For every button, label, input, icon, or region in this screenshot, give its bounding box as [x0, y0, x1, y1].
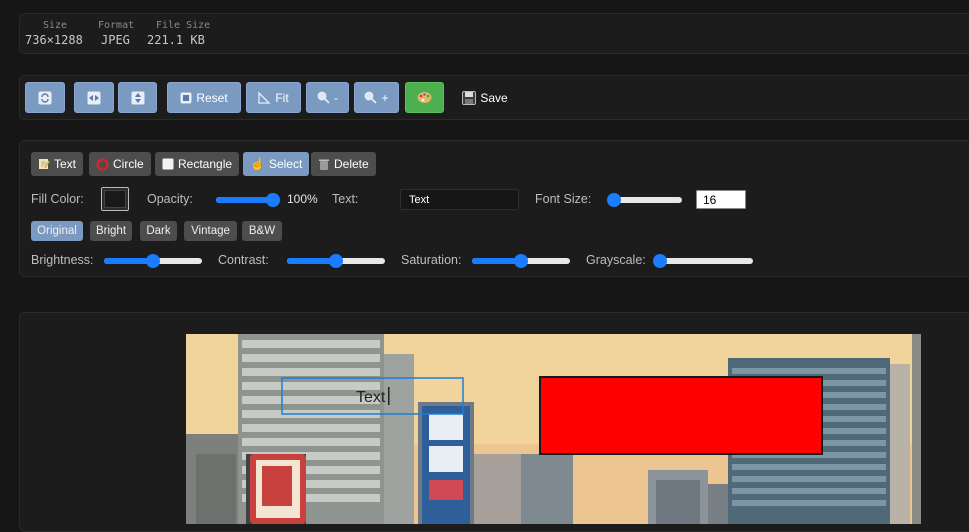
opacity-value: 100%: [287, 192, 318, 206]
memo-icon: [39, 159, 50, 169]
image-info-panel: Size 736×1288 Format JPEG File Size 221.…: [19, 13, 969, 54]
info-format: Format JPEG: [98, 20, 134, 47]
pointing-hand-icon: ☝: [250, 157, 265, 171]
palette-icon: [417, 92, 432, 103]
zoom-out-button[interactable]: -: [306, 82, 349, 113]
fill-color-swatch[interactable]: [101, 187, 129, 211]
save-button[interactable]: Save: [456, 82, 514, 113]
info-format-value: JPEG: [101, 33, 130, 47]
grayscale-slider-thumb[interactable]: [653, 254, 667, 268]
saturation-label: Saturation:: [401, 253, 462, 267]
font-size-label: Font Size:: [535, 192, 592, 206]
city-illustration: Text: [186, 334, 921, 524]
opacity-slider-thumb[interactable]: [266, 193, 280, 207]
delete-tool-button[interactable]: Delete: [311, 152, 376, 176]
text-input[interactable]: [400, 189, 519, 210]
grayscale-label: Grayscale:: [586, 253, 646, 267]
rectangle-tool-label: Rectangle: [178, 157, 233, 171]
canvas-panel: Text: [19, 312, 969, 532]
opacity-slider-fill: [216, 197, 273, 203]
fill-color-label: Fill Color:: [31, 192, 84, 206]
canvas-rectangle-object[interactable]: [539, 376, 823, 455]
contrast-slider-thumb[interactable]: [329, 254, 343, 268]
contrast-slider[interactable]: [287, 254, 385, 268]
square-icon: [162, 158, 174, 170]
filter-vintage-label: Vintage: [191, 225, 230, 237]
filter-dark-label: Dark: [146, 225, 171, 237]
image-toolbar: Reset Fit - + Save: [19, 75, 969, 120]
zoom-in-button[interactable]: +: [354, 82, 399, 113]
saturation-slider-thumb[interactable]: [514, 254, 528, 268]
magnifier-icon: [365, 91, 378, 104]
font-size-slider-thumb[interactable]: [606, 193, 621, 207]
contrast-label: Contrast:: [218, 253, 269, 267]
text-tool-label: Text: [54, 157, 77, 171]
reset-button[interactable]: Reset: [167, 82, 241, 113]
canvas-text-object[interactable]: Text: [356, 389, 386, 406]
filter-bright-label: Bright: [95, 225, 127, 237]
info-size-value: 736×1288: [25, 33, 83, 47]
flip-vertical-icon: [131, 91, 144, 104]
select-tool-button[interactable]: ☝ Select: [243, 152, 310, 176]
zoom-in-label: +: [381, 90, 389, 105]
circle-tool-button[interactable]: Circle: [89, 152, 151, 176]
filter-bw-button[interactable]: B&W: [242, 221, 282, 241]
filter-vintage-button[interactable]: Vintage: [184, 221, 237, 241]
drawing-tools-panel: Text Circle Rectangle ☝ Select Delete Fi…: [19, 140, 969, 277]
font-size-slider[interactable]: [606, 193, 682, 207]
info-size-label: Size: [42, 20, 68, 31]
info-filesize-label: File Size: [156, 20, 211, 31]
fit-label: Fit: [275, 90, 289, 105]
brightness-slider-thumb[interactable]: [146, 254, 160, 268]
flip-vertical-button[interactable]: [118, 82, 157, 113]
filter-bright-button[interactable]: Bright: [90, 221, 132, 241]
reset-label: Reset: [196, 90, 228, 105]
info-size: Size 736×1288: [25, 20, 85, 47]
filter-dark-button[interactable]: Dark: [140, 221, 177, 241]
zoom-out-label: -: [334, 90, 338, 105]
save-label: Save: [480, 90, 508, 105]
rectangle-tool-button[interactable]: Rectangle: [155, 152, 240, 176]
circle-icon: [96, 158, 109, 170]
circle-tool-label: Circle: [113, 157, 144, 171]
rotate-button[interactable]: [25, 82, 65, 113]
text-tool-button[interactable]: Text: [31, 152, 84, 176]
filter-original-button[interactable]: Original: [31, 221, 83, 241]
brightness-slider[interactable]: [104, 254, 202, 268]
magnifier-icon: [317, 91, 330, 104]
font-size-input[interactable]: [696, 190, 746, 209]
grayscale-slider[interactable]: [653, 254, 753, 268]
saturation-slider[interactable]: [472, 254, 570, 268]
rotate-icon: [38, 91, 52, 104]
image-canvas[interactable]: Text: [186, 334, 921, 524]
opacity-label: Opacity:: [147, 192, 193, 206]
filter-bw-label: B&W: [248, 225, 276, 237]
flip-horizontal-icon: [87, 91, 101, 104]
text-prop-label: Text:: [332, 192, 359, 206]
filter-original-label: Original: [37, 225, 77, 237]
info-format-label: Format: [98, 20, 135, 31]
info-filesize-value: 221.1 KB: [147, 33, 205, 47]
trash-icon: [319, 159, 329, 170]
delete-tool-label: Delete: [334, 157, 369, 171]
flip-horizontal-button[interactable]: [74, 82, 114, 113]
opacity-slider[interactable]: [216, 193, 280, 207]
brightness-label: Brightness:: [31, 253, 94, 267]
stop-icon: [180, 92, 192, 103]
floppy-disk-icon: [462, 90, 477, 105]
select-tool-label: Select: [268, 157, 303, 171]
ruler-icon: [258, 91, 271, 104]
filters-button[interactable]: [405, 82, 444, 113]
info-filesize: File Size 221.1 KB: [147, 20, 211, 47]
fit-button[interactable]: Fit: [246, 82, 301, 113]
